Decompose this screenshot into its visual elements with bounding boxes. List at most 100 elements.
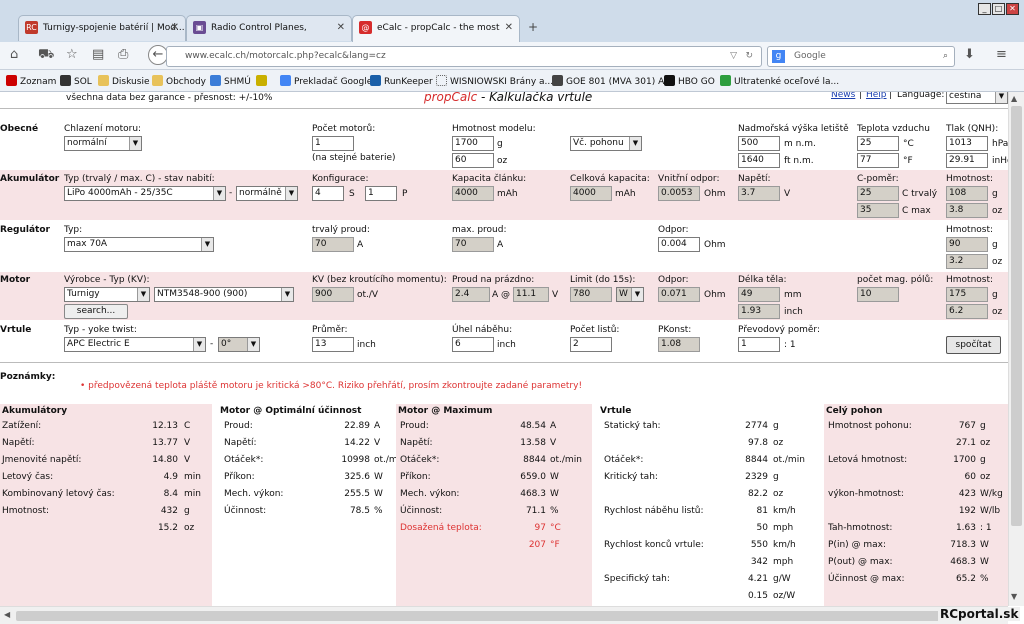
bookmark-sol[interactable]: SOL <box>60 75 92 88</box>
motor-maker-select[interactable]: Turnigy ▼ <box>64 287 150 302</box>
altitude-m-input[interactable]: 500 <box>738 136 780 151</box>
cooling-select[interactable]: normální ▼ <box>64 136 142 151</box>
close-window-icon[interactable]: ✕ <box>1006 3 1019 15</box>
bookmark-check[interactable] <box>256 75 270 88</box>
new-tab-icon[interactable]: + <box>528 20 538 34</box>
bookmark-wisniowski[interactable]: WISNIOWSKI Brány a... <box>436 75 553 88</box>
tab-favicon-icon: ▣ <box>193 21 206 34</box>
prop-type-label: Typ - yoke twist: <box>64 325 137 335</box>
close-tab-icon[interactable]: ✕ <box>171 16 179 40</box>
minimize-icon[interactable]: _ <box>978 3 991 15</box>
unit: oz <box>497 156 508 166</box>
result-label: Napětí: <box>400 438 433 448</box>
esc-resistance-input[interactable]: 0.004 <box>658 237 700 252</box>
yoke-twist-select[interactable]: 0° ▼ <box>218 337 260 352</box>
result-unit: V <box>374 438 381 448</box>
tab-favicon-icon: @ <box>359 21 372 34</box>
bookmark-label: SHMÚ <box>224 77 251 87</box>
charge-state-select[interactable]: normálně ▼ <box>236 186 298 201</box>
bookmark-obchody[interactable]: Obchody <box>152 75 206 88</box>
bookmark-runkeeper[interactable]: RunKeeper <box>370 75 433 88</box>
search-input[interactable]: g Google ⌕ <box>767 46 955 67</box>
close-tab-icon[interactable]: ✕ <box>337 16 345 40</box>
results-title: Akumulátory <box>2 406 68 416</box>
search-button[interactable]: search... <box>64 304 128 319</box>
star-icon[interactable]: ☆ <box>66 48 78 62</box>
scroll-down-icon[interactable]: ▼ <box>1011 592 1017 601</box>
print-icon[interactable]: ⎙ <box>118 48 128 62</box>
scroll-up-icon[interactable]: ▲ <box>1011 94 1017 103</box>
unit: S <box>349 189 355 199</box>
config-p-input[interactable]: 1 <box>365 186 397 201</box>
bookmark-google-translate[interactable]: Prekladač Google <box>280 75 372 88</box>
bookmark-label: WISNIOWSKI Brány a... <box>450 77 554 87</box>
maximize-icon[interactable]: □ <box>992 3 1005 15</box>
bookmark-label: Obchody <box>166 77 206 87</box>
home-icon[interactable]: ⌂ <box>10 48 18 62</box>
battery-type-select[interactable]: LiPo 4000mAh - 25/35C ▼ <box>64 186 226 201</box>
bookmark-diskusie[interactable]: Diskusie <box>98 75 150 88</box>
esc-type-select[interactable]: max 70A ▼ <box>64 237 214 252</box>
bookmark-zoznam[interactable]: Zoznam <box>6 75 56 88</box>
diameter-input[interactable]: 13 <box>312 337 354 352</box>
reload-icon[interactable]: ↻ <box>745 47 753 66</box>
motors-input[interactable]: 1 <box>312 136 354 151</box>
dropdown-icon[interactable]: ▽ <box>730 47 737 66</box>
bookmark-icon <box>664 75 675 86</box>
url-input[interactable]: www.ecalc.ch/motorcalc.php?ecalc&lang=cz… <box>166 46 762 67</box>
qnh-inhg-input[interactable]: 29.91 <box>946 153 988 168</box>
language-select[interactable]: čeština ▼ <box>946 92 1008 104</box>
back-button[interactable]: ← <box>148 45 168 65</box>
scroll-left-icon[interactable]: ◀ <box>4 610 10 619</box>
qnh-hpa-input[interactable]: 1013 <box>946 136 988 151</box>
result-unit: g <box>184 506 190 516</box>
weight-mode-select[interactable]: Vč. pohonu ▼ <box>570 136 642 151</box>
browser-tab-2[interactable]: ▣ Radio Control Planes, Helicop... ✕ <box>186 15 352 41</box>
results-akumulatory: Akumulátory Zatížení: 12.13 C Napětí: 13.77 V… <box>0 404 212 606</box>
result-value: 659.0 <box>520 472 546 482</box>
unit: g <box>497 139 503 149</box>
result-value: 767 <box>958 421 976 431</box>
weight-g-input[interactable]: 1700 <box>452 136 494 151</box>
gear-input[interactable]: 1 <box>738 337 780 352</box>
vertical-scrollbar[interactable]: ▲ ▼ <box>1008 92 1024 606</box>
weight-oz-input[interactable]: 60 <box>452 153 494 168</box>
menu-icon[interactable]: ≡ <box>996 48 1007 62</box>
unit: inch <box>497 340 516 350</box>
pitch-input[interactable]: 6 <box>452 337 494 352</box>
temp-c-input[interactable]: 25 <box>857 136 899 151</box>
clipboard-icon[interactable]: ▤ <box>92 48 104 62</box>
c-rate-label: C-poměr: <box>857 174 899 184</box>
download-icon[interactable]: ⬇ <box>964 48 975 62</box>
unit: ft n.m. <box>784 156 814 166</box>
result-value: 22.89 <box>344 421 370 431</box>
prop-type-select[interactable]: APC Electric E ▼ <box>64 337 206 352</box>
limit-unit-select[interactable]: W ▼ <box>616 287 644 302</box>
bookmark-shmu[interactable]: SHMÚ <box>210 75 251 88</box>
horizontal-scrollbar[interactable]: ◀ RCportal.sk <box>0 606 1021 624</box>
scroll-thumb[interactable] <box>1011 106 1022 526</box>
esc-type-value: max 70A <box>67 239 108 249</box>
calculate-button[interactable]: spočítat <box>946 336 1001 354</box>
result-unit: ot./min <box>550 455 582 465</box>
bookmark-ultratenke[interactable]: Ultratenké oceľové la... <box>720 75 839 88</box>
altitude-ft-input[interactable]: 1640 <box>738 153 780 168</box>
browser-tab-1[interactable]: RC Turnigy-spojenie batérií | Mod... ✕ <box>18 15 186 41</box>
help-link[interactable]: Help <box>866 92 887 100</box>
total-capacity-output: 4000 <box>570 186 612 201</box>
car-icon[interactable]: ⛟ <box>38 48 54 62</box>
search-icon[interactable]: ⌕ <box>943 47 948 66</box>
news-link[interactable]: News <box>831 92 855 100</box>
motor-mass-g: 175 <box>946 287 988 302</box>
bookmark-icon <box>552 75 563 86</box>
scroll-thumb-horizontal[interactable] <box>16 611 976 621</box>
config-s-input[interactable]: 4 <box>312 186 344 201</box>
bookmark-goe[interactable]: GOE 801 (MVA 301) A... <box>552 75 673 88</box>
blades-input[interactable]: 2 <box>570 337 612 352</box>
motor-mass-oz: 6.2 <box>946 304 988 319</box>
browser-tab-3[interactable]: @ eCalc - propCalc - the most re... ✕ <box>352 15 520 42</box>
close-tab-icon[interactable]: ✕ <box>505 16 513 40</box>
bookmark-hbo[interactable]: HBO GO <box>664 75 715 88</box>
temp-f-input[interactable]: 77 <box>857 153 899 168</box>
motor-model-select[interactable]: NTM3548-900 (900) ▼ <box>154 287 294 302</box>
